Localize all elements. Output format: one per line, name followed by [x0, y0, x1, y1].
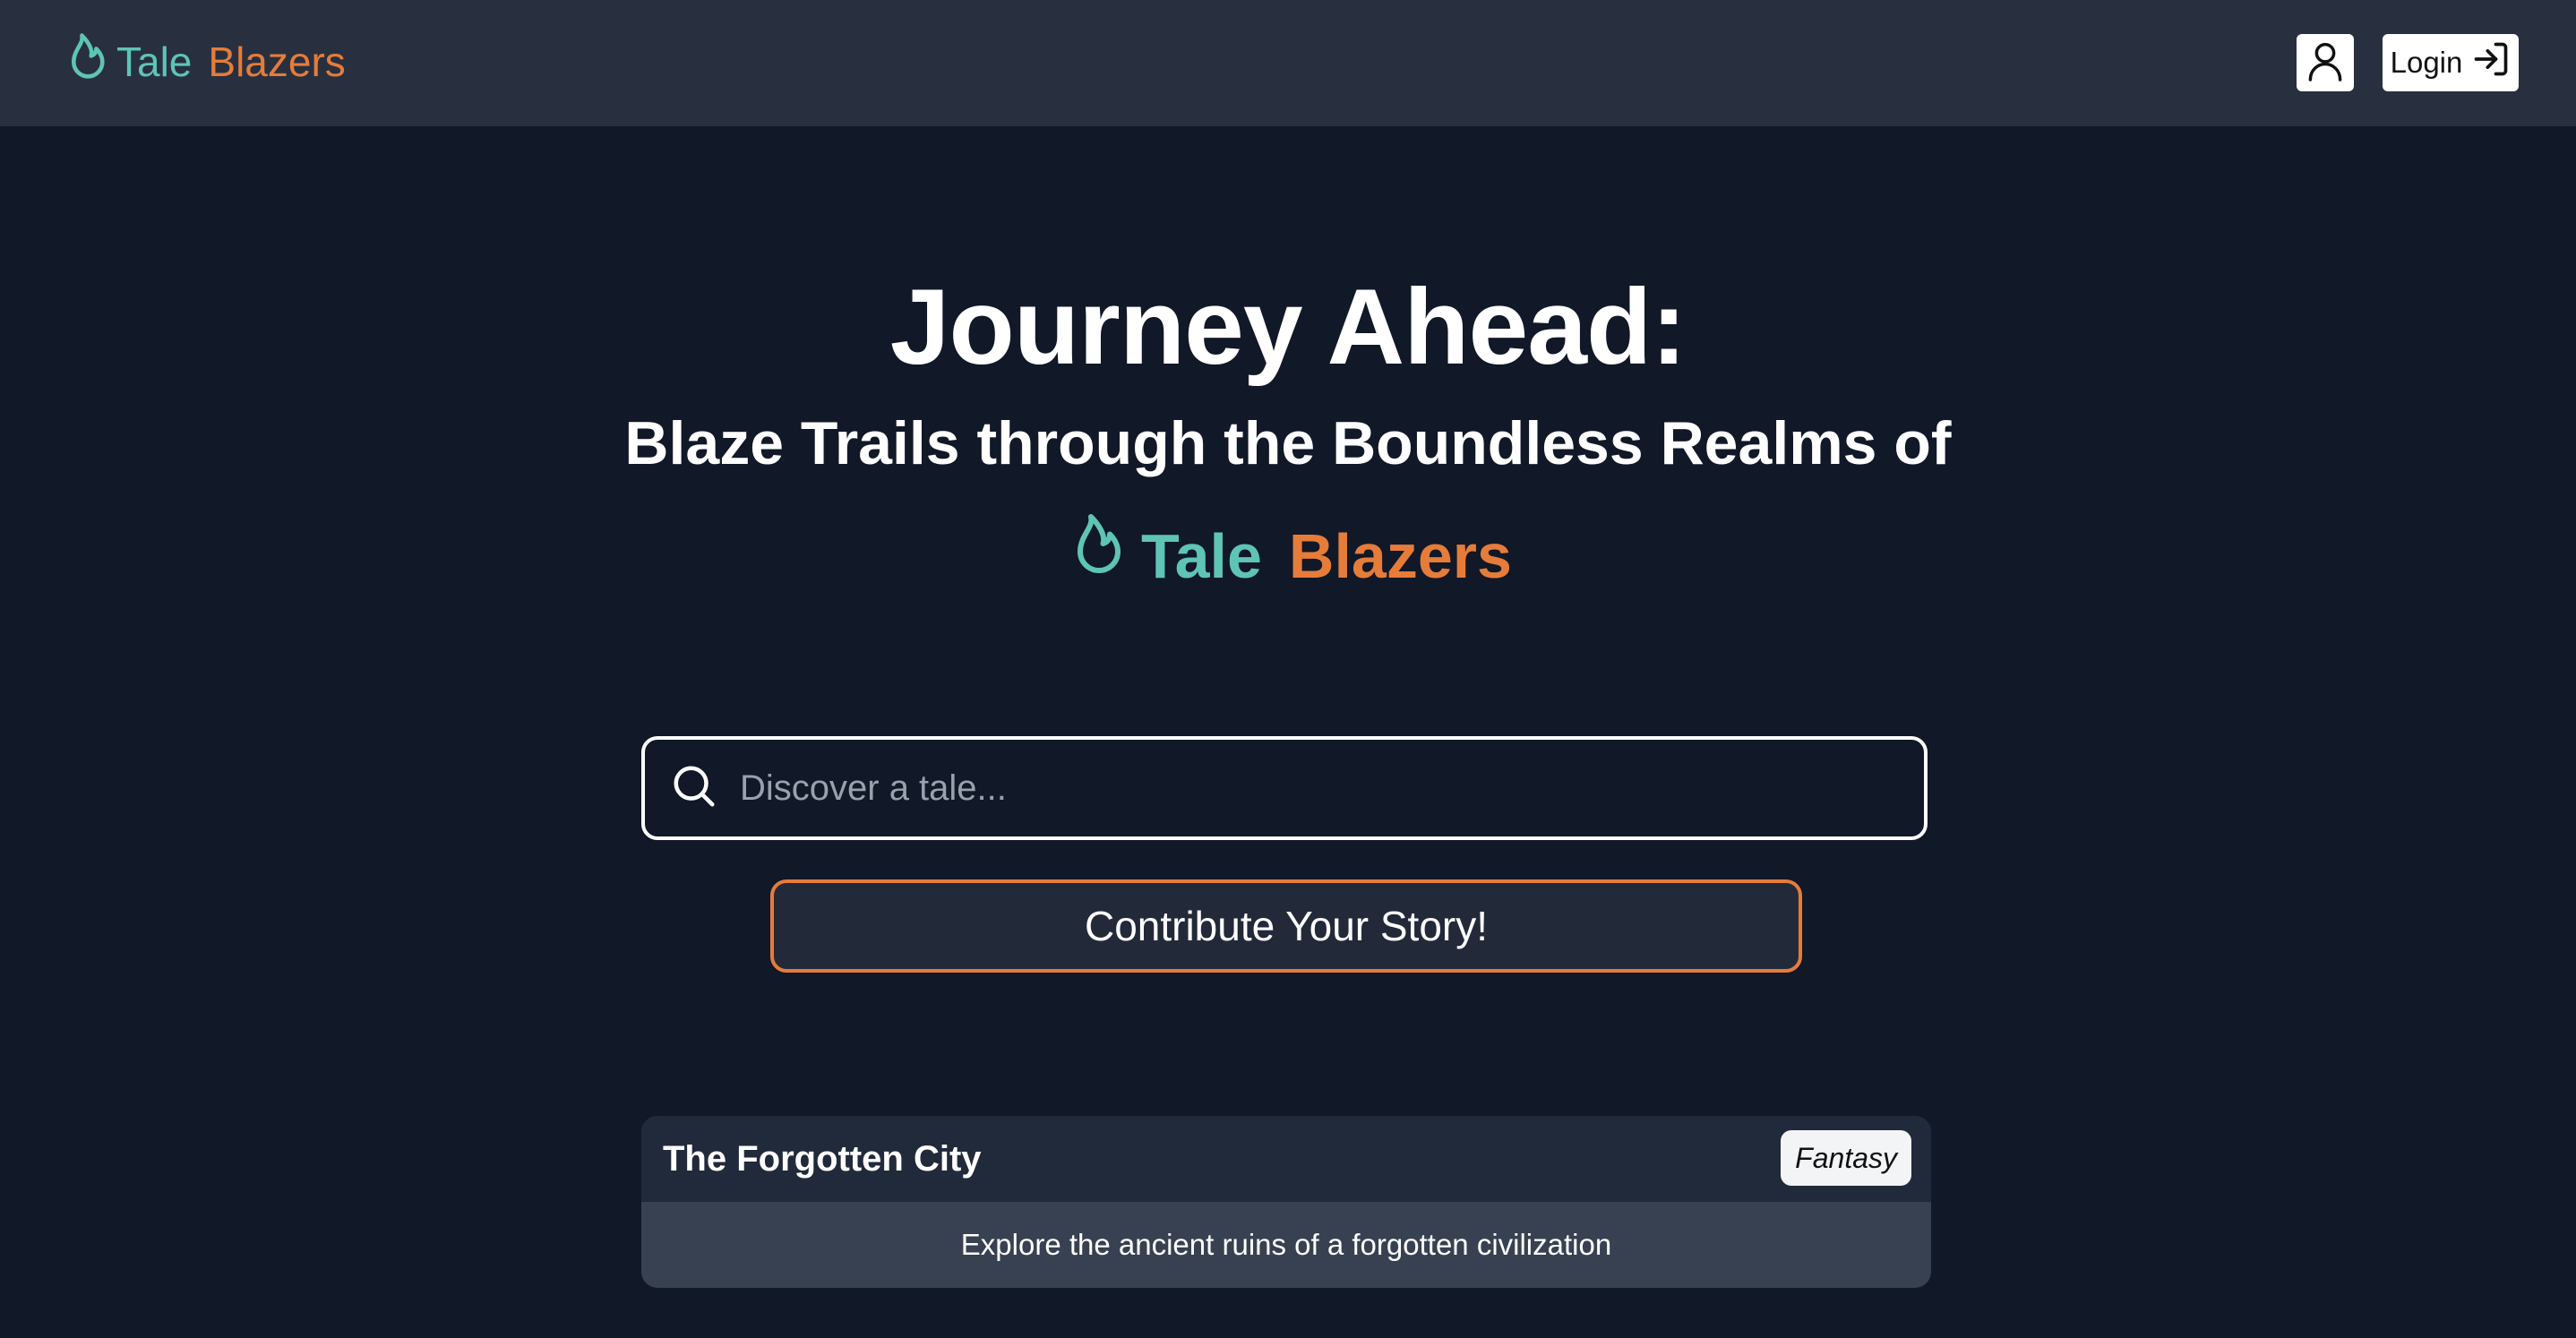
genre-badge: Fantasy [1781, 1130, 1911, 1186]
story-card-header: The Forgotten City Fantasy [641, 1116, 1931, 1202]
search-icon [645, 762, 718, 815]
story-title: The Forgotten City [663, 1139, 982, 1179]
login-label: Login [2390, 46, 2463, 79]
brand-logo-link[interactable]: Tale Blazers [61, 30, 346, 93]
flame-icon [61, 31, 111, 93]
search-input[interactable] [738, 739, 1902, 837]
login-button[interactable]: Login [2383, 34, 2519, 91]
flame-icon [1064, 510, 1129, 602]
contribute-story-button[interactable]: Contribute Your Story! [770, 879, 1802, 973]
brand-name-tale: Tale [116, 39, 193, 85]
story-description: Explore the ancient ruins of a forgotten… [960, 1228, 1612, 1261]
user-icon [2306, 40, 2344, 86]
hero-title: Journey Ahead: [889, 267, 1687, 387]
story-card[interactable]: The Forgotten City Fantasy Explore the a… [641, 1116, 1931, 1288]
hero-brand: Tale Blazers [0, 510, 2576, 602]
profile-button[interactable] [2297, 34, 2354, 91]
brand-name-blazers: Blazers [208, 39, 346, 85]
search-box [641, 736, 1928, 840]
login-arrow-icon [2471, 39, 2511, 86]
navbar: Tale Blazers Login [0, 0, 2576, 126]
hero-subtitle: Blaze Trails through the Boundless Realm… [624, 409, 1952, 477]
hero-brand-tale: Tale [1141, 521, 1262, 591]
hero-brand-blazers: Blazers [1288, 521, 1512, 591]
